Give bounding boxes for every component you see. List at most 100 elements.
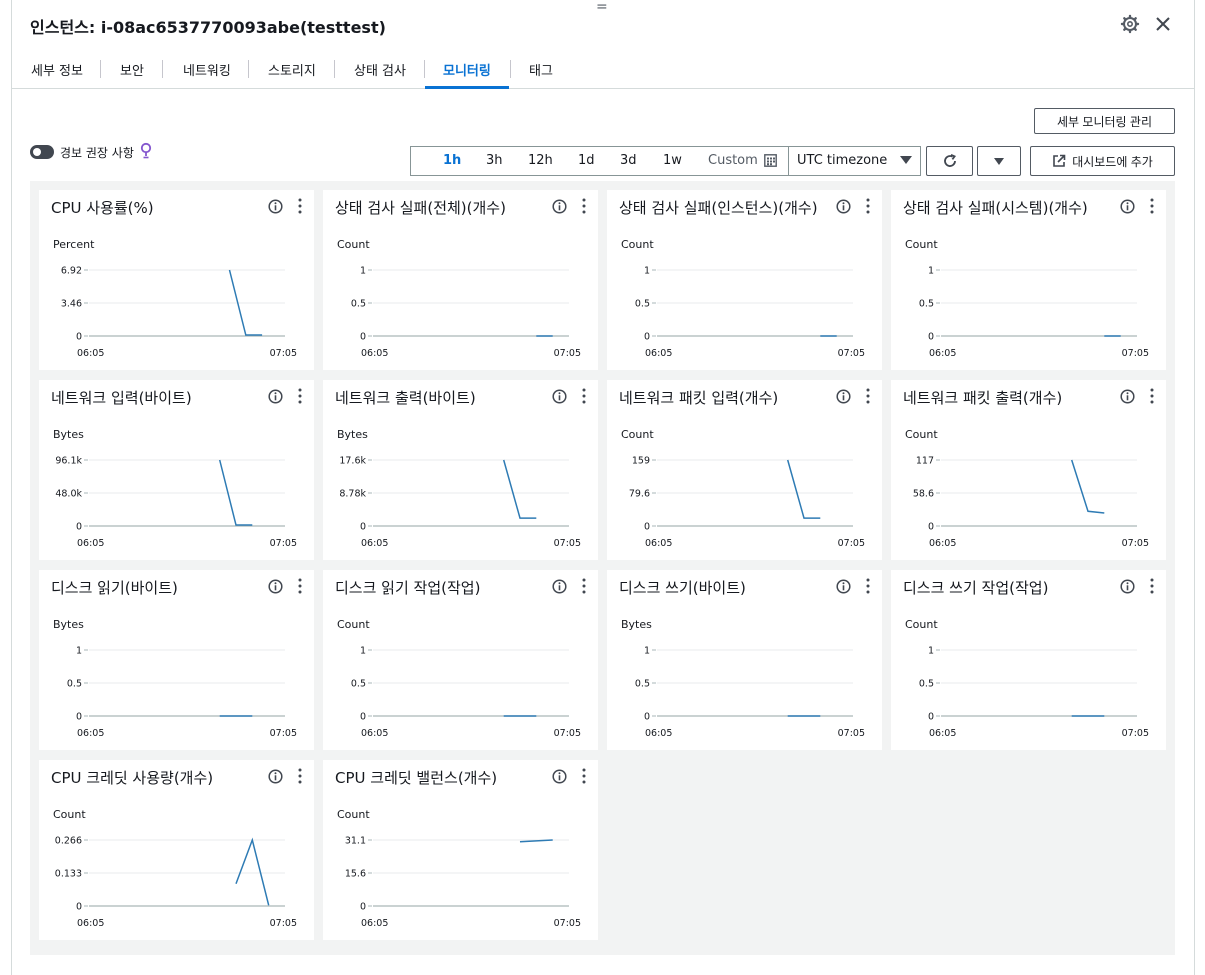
- y-tick-label: 0: [928, 332, 934, 343]
- x-tick-label: 06:05: [77, 918, 104, 929]
- x-tick-label: 07:05: [838, 728, 865, 739]
- x-tick-label: 06:05: [361, 918, 388, 929]
- manage-detailed-monitoring-button[interactable]: 세부 모니터링 관리: [1034, 108, 1175, 134]
- line-chart: 1 0.5 0 06:05 07:05: [635, 646, 865, 740]
- tab-5[interactable]: 상태 검사: [354, 60, 406, 88]
- lightbulb-icon[interactable]: [140, 142, 152, 160]
- refresh-button[interactable]: [926, 146, 973, 176]
- tab-4[interactable]: 스토리지: [268, 60, 316, 88]
- time-range-3d[interactable]: 3d: [620, 153, 637, 168]
- custom-range-label: Custom: [708, 153, 758, 168]
- series-line: [786, 459, 821, 519]
- refresh-options-dropdown[interactable]: [977, 146, 1021, 176]
- y-tick-label: 1: [644, 266, 650, 277]
- caret-down-icon: [900, 156, 912, 164]
- close-icon[interactable]: [1153, 14, 1173, 34]
- tab-divider: [100, 60, 101, 78]
- metric-card: 상태 검사 실패(전체)(개수) Count 1 0.5 0 06:05 07:05: [323, 190, 598, 370]
- x-tick-label: 06:05: [929, 728, 956, 739]
- y-tick-label: 0.133: [55, 869, 82, 880]
- tab-1[interactable]: 세부 정보: [31, 60, 83, 88]
- y-tick-label: 8.78k: [339, 489, 366, 500]
- toggle-knob: [33, 148, 41, 156]
- page-title: 인스턴스: i-08ac6537770093abe(testtest): [30, 18, 386, 37]
- line-chart: 6.92 3.46 0 06:05 07:05: [61, 266, 297, 360]
- y-tick-label: 0: [76, 522, 82, 533]
- y-tick-label: 0: [76, 332, 82, 343]
- time-range-1w[interactable]: 1w: [663, 153, 682, 168]
- series-line: [502, 459, 537, 519]
- x-tick-label: 06:05: [361, 728, 388, 739]
- time-range-1h[interactable]: 1h: [443, 153, 461, 168]
- add-to-dashboard-button[interactable]: 대시보드에 추가: [1030, 146, 1175, 176]
- resize-handle[interactable]: =: [596, 0, 608, 14]
- metric-card: 네트워크 입력(바이트) Bytes 96.1k 48.0k 0 06:05 07:05: [39, 380, 314, 560]
- x-tick-label: 06:05: [77, 348, 104, 359]
- line-chart: 0.266 0.133 0 06:05 07:05: [55, 836, 297, 930]
- tab-7[interactable]: 태그: [529, 60, 553, 88]
- tab-divider: [162, 60, 163, 78]
- x-tick-label: 06:05: [929, 348, 956, 359]
- custom-range-option[interactable]: Custom: [708, 153, 777, 168]
- y-tick-label: 117: [916, 456, 934, 467]
- metric-card: 네트워크 패킷 입력(개수) Count 159 79.6 0 06:05 07:05: [607, 380, 882, 560]
- y-tick-label: 1: [928, 646, 934, 657]
- y-tick-label: 0: [76, 902, 82, 913]
- x-tick-label: 07:05: [554, 728, 581, 739]
- x-tick-label: 07:05: [270, 918, 297, 929]
- tab-2[interactable]: 보안: [120, 60, 144, 88]
- y-tick-label: 0: [644, 522, 650, 533]
- metric-card: 디스크 쓰기(바이트) Bytes 1 0.5 0 06:05 07:05: [607, 570, 882, 750]
- time-range-1d[interactable]: 1d: [578, 153, 595, 168]
- y-tick-label: 159: [632, 456, 650, 467]
- caret-down-icon: [994, 157, 1004, 165]
- tab-3[interactable]: 네트워킹: [183, 60, 231, 88]
- time-range-12h[interactable]: 12h: [528, 153, 553, 168]
- y-tick-label: 1: [360, 646, 366, 657]
- line-chart: 31.1 15.6 0 06:05 07:05: [345, 836, 581, 930]
- y-tick-label: 0.5: [351, 679, 366, 690]
- series-line: [1070, 459, 1105, 514]
- external-link-icon: [1053, 154, 1066, 167]
- line-chart: 1 0.5 0 06:05 07:05: [67, 646, 297, 740]
- gear-icon[interactable]: [1120, 14, 1140, 34]
- x-tick-label: 07:05: [1122, 538, 1149, 549]
- x-tick-label: 06:05: [361, 538, 388, 549]
- line-chart: 96.1k 48.0k 0 06:05 07:05: [55, 456, 297, 550]
- y-tick-label: 0: [644, 712, 650, 723]
- alarm-recommendations-label: 경보 권장 사항: [60, 146, 134, 160]
- x-tick-label: 06:05: [77, 538, 104, 549]
- y-tick-label: 58.6: [913, 489, 934, 500]
- metric-card: CPU 크레딧 밸런스(개수) Count 31.1 15.6 0 06:05 07:05: [323, 760, 598, 940]
- time-range-3h[interactable]: 3h: [486, 153, 503, 168]
- alarm-recommendations-toggle[interactable]: [30, 145, 54, 159]
- y-tick-label: 0: [928, 712, 934, 723]
- metric-card: 상태 검사 실패(인스턴스)(개수) Count 1 0.5 0 06:05 07:05: [607, 190, 882, 370]
- y-tick-label: 79.6: [629, 489, 650, 500]
- line-chart: 1 0.5 0 06:05 07:05: [351, 646, 581, 740]
- x-tick-label: 06:05: [361, 348, 388, 359]
- metric-card: 네트워크 출력(바이트) Bytes 17.6k 8.78k 0 06:05 07:05: [323, 380, 598, 560]
- x-tick-label: 07:05: [554, 538, 581, 549]
- line-chart: 159 79.6 0 06:05 07:05: [629, 456, 865, 550]
- y-tick-label: 48.0k: [55, 489, 82, 500]
- metric-card: 상태 검사 실패(시스템)(개수) Count 1 0.5 0 06:05 07:05: [891, 190, 1166, 370]
- y-tick-label: 15.6: [345, 869, 366, 880]
- metric-card: 디스크 읽기 작업(작업) Count 1 0.5 0 06:05 07:05: [323, 570, 598, 750]
- tab-6[interactable]: 모니터링: [425, 60, 509, 89]
- y-tick-label: 0.5: [635, 679, 650, 690]
- add-to-dashboard-label: 대시보드에 추가: [1072, 154, 1153, 169]
- tab-divider: [248, 60, 249, 78]
- y-tick-label: 1: [644, 646, 650, 657]
- x-tick-label: 07:05: [554, 348, 581, 359]
- timezone-select[interactable]: UTC timezone: [788, 146, 921, 176]
- y-tick-label: 0: [360, 522, 366, 533]
- y-tick-label: 6.92: [61, 266, 82, 277]
- x-tick-label: 07:05: [838, 348, 865, 359]
- metric-card: CPU 사용률(%) Percent 6.92 3.46 0 06:05 07:05: [39, 190, 314, 370]
- y-tick-label: 0: [360, 902, 366, 913]
- y-tick-label: 0.5: [635, 299, 650, 310]
- x-tick-label: 07:05: [270, 538, 297, 549]
- line-chart: 1 0.5 0 06:05 07:05: [919, 266, 1149, 360]
- line-chart: 17.6k 8.78k 0 06:05 07:05: [339, 456, 581, 550]
